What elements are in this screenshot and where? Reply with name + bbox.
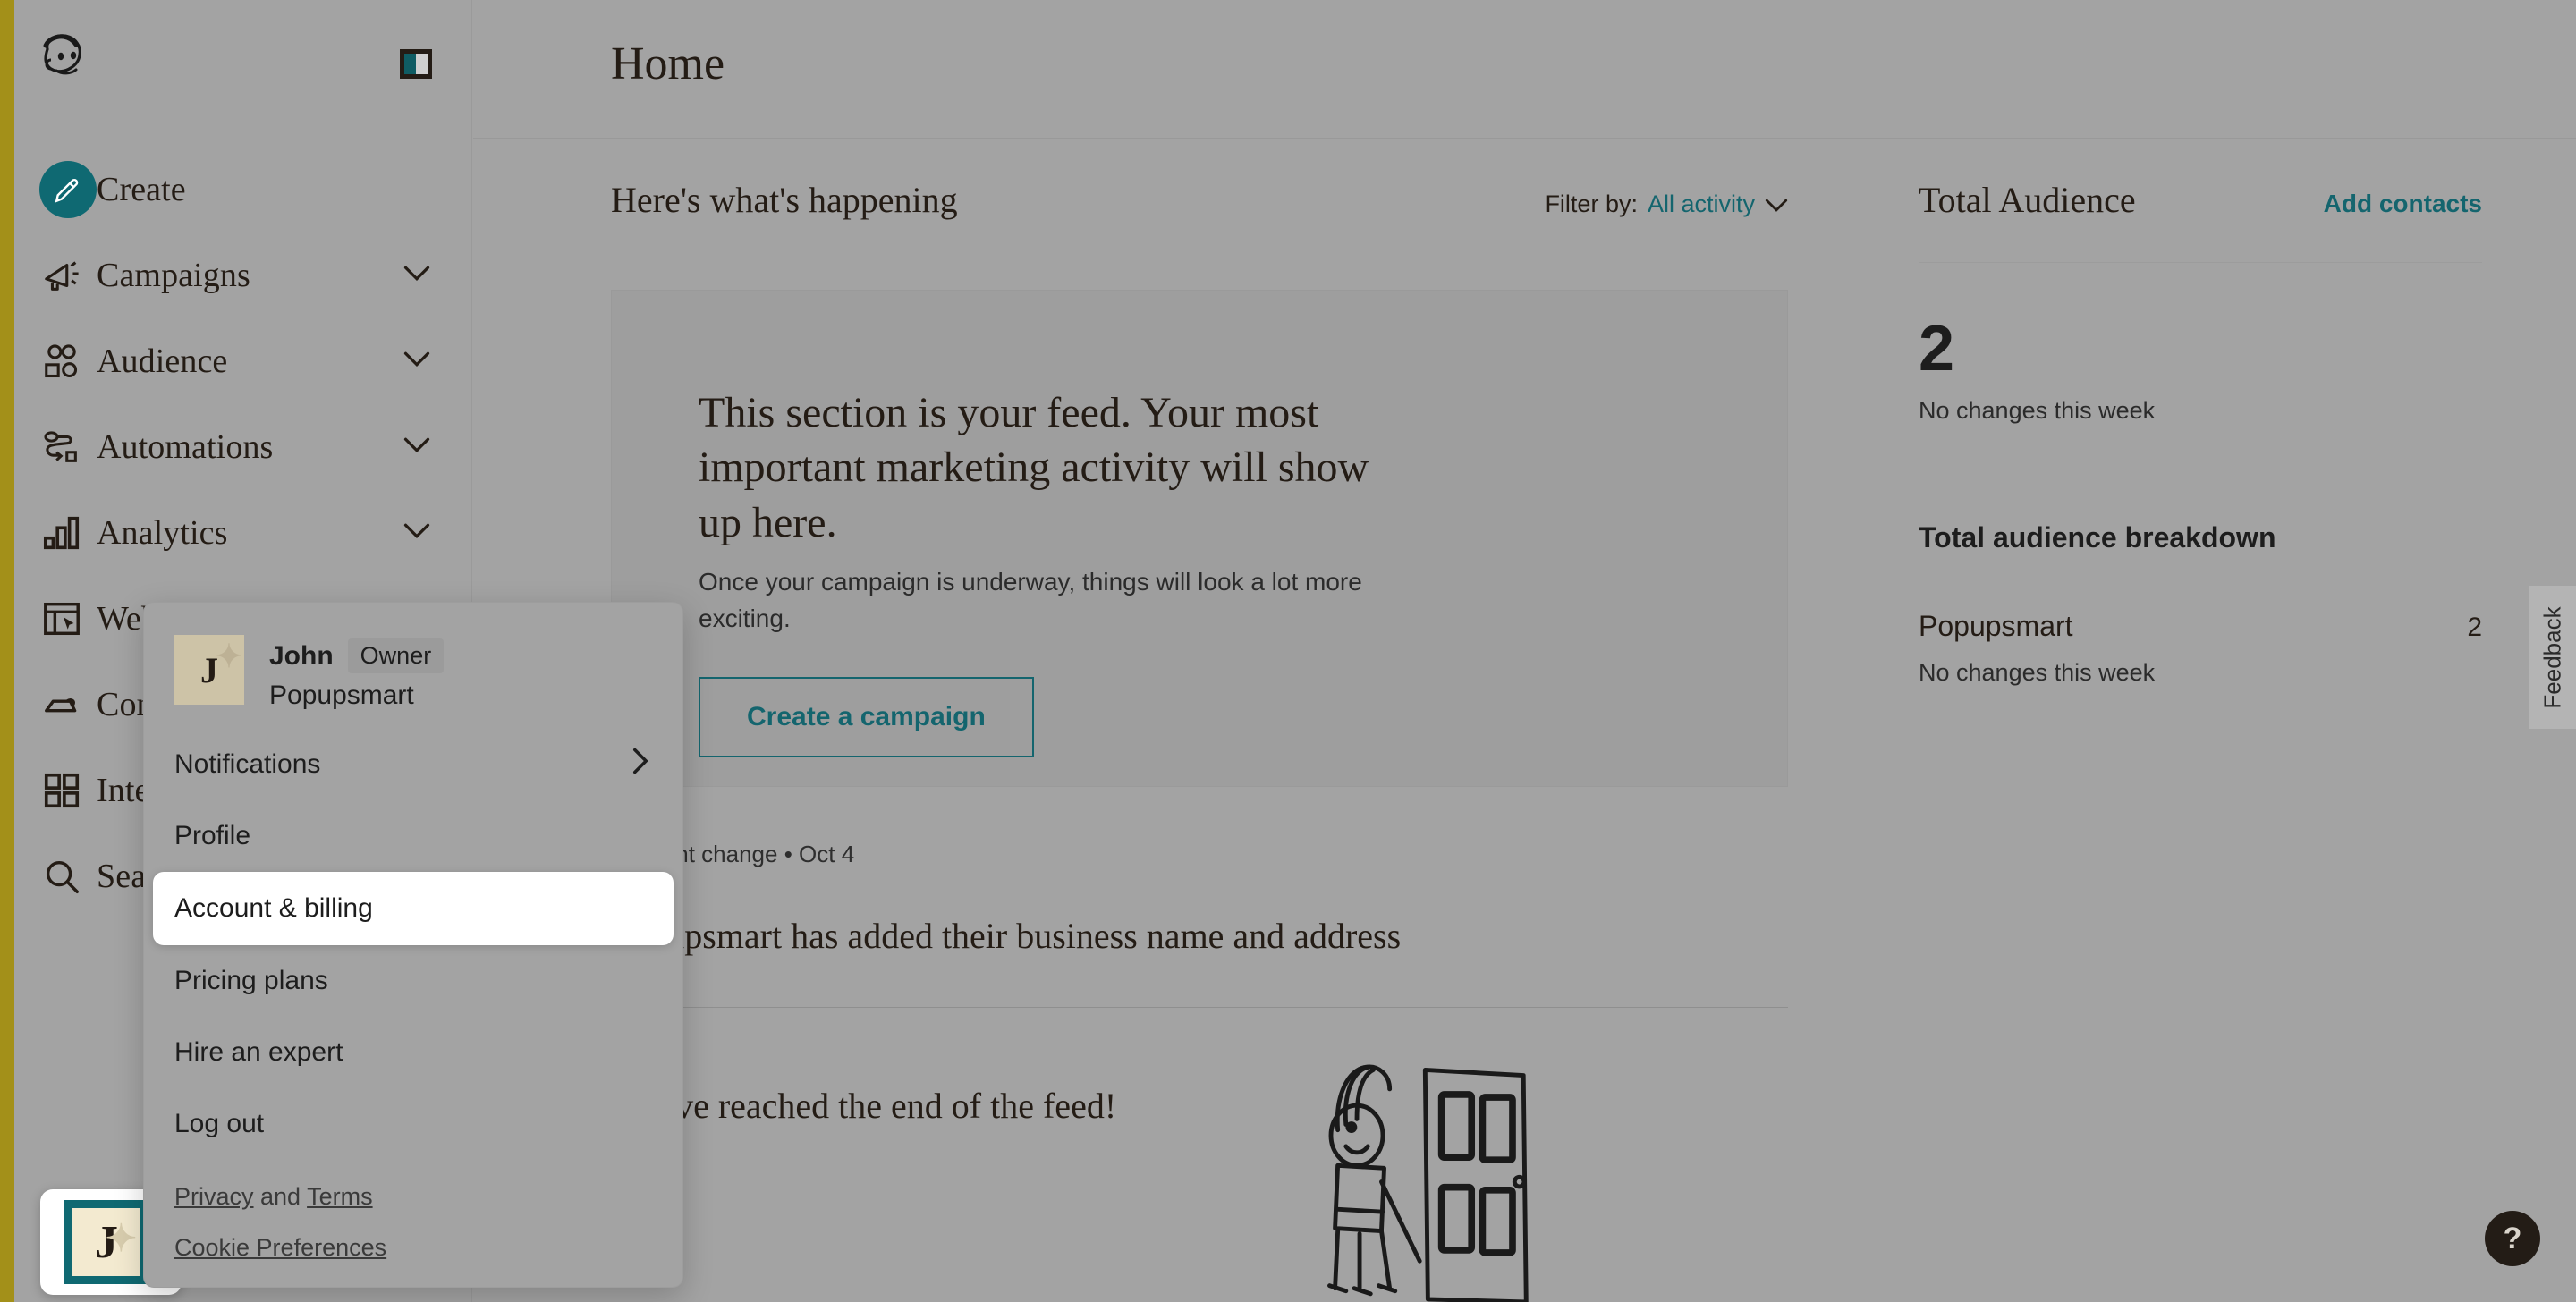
search-icon — [41, 856, 97, 897]
chevron-right-icon — [632, 748, 648, 782]
help-button[interactable]: ? — [2485, 1211, 2540, 1266]
cookie-preferences-link[interactable]: Cookie Preferences — [174, 1234, 386, 1261]
legal-conjunction: and — [253, 1183, 308, 1210]
audience-breakdown-row: Popupsmart 2 — [1919, 610, 2482, 643]
avatar: J ✦ — [174, 635, 244, 705]
website-icon — [41, 598, 97, 639]
menu-item-profile[interactable]: Profile — [144, 800, 682, 872]
page-header: Home — [473, 0, 2576, 139]
feed-header: Here's what's happening Filter by: All a… — [611, 179, 1788, 243]
filter-by-value: All activity — [1647, 190, 1755, 217]
end-of-feed-text: You've reached the end of the feed! — [611, 1086, 1117, 1126]
privacy-link[interactable]: Privacy — [174, 1183, 254, 1210]
avatar: J ✦ — [64, 1200, 148, 1284]
collapse-panel-icon[interactable] — [400, 49, 432, 79]
feed-heading: Here's what's happening — [611, 180, 958, 220]
status-badge: Owner — [347, 638, 445, 673]
sidebar-item-automations[interactable]: Automations — [14, 404, 471, 490]
main-content: Here's what's happening Filter by: All a… — [473, 139, 2576, 1302]
account-menu-header: J ✦ John Owner Popupsmart — [144, 603, 682, 729]
sidebar-item-label: Audience — [97, 342, 228, 380]
chevron-down-icon[interactable] — [403, 266, 430, 286]
person-at-door-doodle-icon — [1314, 1045, 1555, 1302]
menu-item-label: Hire an expert — [174, 1037, 343, 1067]
page-title: Home — [611, 38, 725, 89]
account-menu-legal: Privacy and Terms Cookie Preferences — [144, 1160, 682, 1262]
sidebar-item-audience[interactable]: Audience — [14, 318, 471, 404]
sidebar-item-campaigns[interactable]: Campaigns — [14, 232, 471, 318]
terms-link[interactable]: Terms — [307, 1183, 373, 1210]
filter-by-label: Filter by: — [1545, 190, 1638, 217]
pencil-icon — [39, 161, 97, 218]
mailchimp-freddie-logo-icon[interactable] — [37, 30, 101, 94]
audience-total-value: 2 — [1919, 313, 1955, 385]
sidebar-logo-row — [14, 0, 471, 125]
audience-row-name: Popupsmart — [1919, 610, 2073, 642]
feed-card-body: Once your campaign is underway, things w… — [699, 568, 1362, 632]
audience-row-value: 2 — [2467, 613, 2482, 642]
sidebar-item-label: Create — [97, 171, 186, 208]
menu-item-label: Account & billing — [174, 893, 373, 923]
sidebar-item-label: Analytics — [97, 514, 228, 552]
audience-row-note: No changes this week — [1919, 659, 2156, 686]
audience-breakdown-title: Total audience breakdown — [1919, 521, 2276, 554]
avatar-star-icon: ✦ — [215, 638, 242, 674]
add-contacts-link[interactable]: Add contacts — [2324, 190, 2482, 218]
account-menu-user-name: John — [269, 640, 334, 671]
menu-item-log-out[interactable]: Log out — [144, 1088, 682, 1160]
grid-icon — [41, 770, 97, 811]
content-icon — [41, 684, 97, 725]
account-dropdown-menu: J ✦ John Owner Popupsmart Notifications … — [143, 602, 683, 1288]
audience-panel: Total Audience Add contacts 2 No changes… — [1919, 179, 2482, 687]
app-root: Create Campaigns Audience Automations An… — [0, 0, 2576, 1302]
sidebar-item-label: Automations — [97, 428, 274, 466]
chevron-down-icon[interactable] — [403, 523, 430, 544]
audience-panel-title: Total Audience — [1919, 180, 2136, 220]
feed-card-title: This section is your feed. Your most imp… — [699, 389, 1369, 546]
chevron-down-icon[interactable] — [403, 437, 430, 458]
menu-item-notifications[interactable]: Notifications — [144, 729, 682, 800]
menu-item-label: Log out — [174, 1109, 265, 1138]
feed-empty-card: This section is your feed. Your most imp… — [611, 290, 1788, 787]
activity-text: Popupsmart has added their business name… — [611, 916, 1402, 956]
feedback-tab-label: Feedback — [2538, 605, 2566, 709]
end-of-feed: You've reached the end of the feed! — [611, 1064, 1788, 1302]
avatar-star-icon: ✦ — [105, 1219, 137, 1260]
activity-item: Account change • Oct 4 Popupsmart has ad… — [611, 841, 1788, 1008]
account-menu-org: Popupsmart — [269, 681, 414, 710]
audience-total-note: No changes this week — [1919, 397, 2156, 424]
audience-panel-header: Total Audience Add contacts — [1919, 179, 2482, 263]
chevron-down-icon — [1765, 190, 1788, 218]
feed-column: Here's what's happening Filter by: All a… — [611, 179, 1788, 1302]
megaphone-icon — [41, 255, 97, 296]
chevron-down-icon[interactable] — [403, 351, 430, 372]
menu-item-label: Profile — [174, 821, 251, 850]
sidebar-item-analytics[interactable]: Analytics — [14, 490, 471, 576]
menu-item-pricing-plans[interactable]: Pricing plans — [144, 945, 682, 1017]
menu-item-hire-an-expert[interactable]: Hire an expert — [144, 1017, 682, 1088]
feedback-tab[interactable]: Feedback — [2529, 586, 2576, 729]
activity-meta: Account change • Oct 4 — [611, 841, 855, 867]
menu-item-label: Pricing plans — [174, 966, 328, 995]
menu-item-account-and-billing[interactable]: Account & billing — [153, 872, 674, 945]
sidebar-item-label: Campaigns — [97, 257, 250, 294]
automation-icon — [41, 427, 97, 468]
brand-accent-strip — [0, 0, 14, 1302]
question-mark-icon: ? — [2503, 1221, 2522, 1256]
bar-chart-icon — [41, 512, 97, 554]
create-campaign-button[interactable]: Create a campaign — [699, 676, 1034, 757]
people-icon — [41, 341, 97, 382]
menu-item-label: Notifications — [174, 749, 321, 779]
filter-by-dropdown[interactable]: Filter by: All activity — [1545, 190, 1788, 218]
sidebar-item-create[interactable]: Create — [14, 147, 471, 232]
